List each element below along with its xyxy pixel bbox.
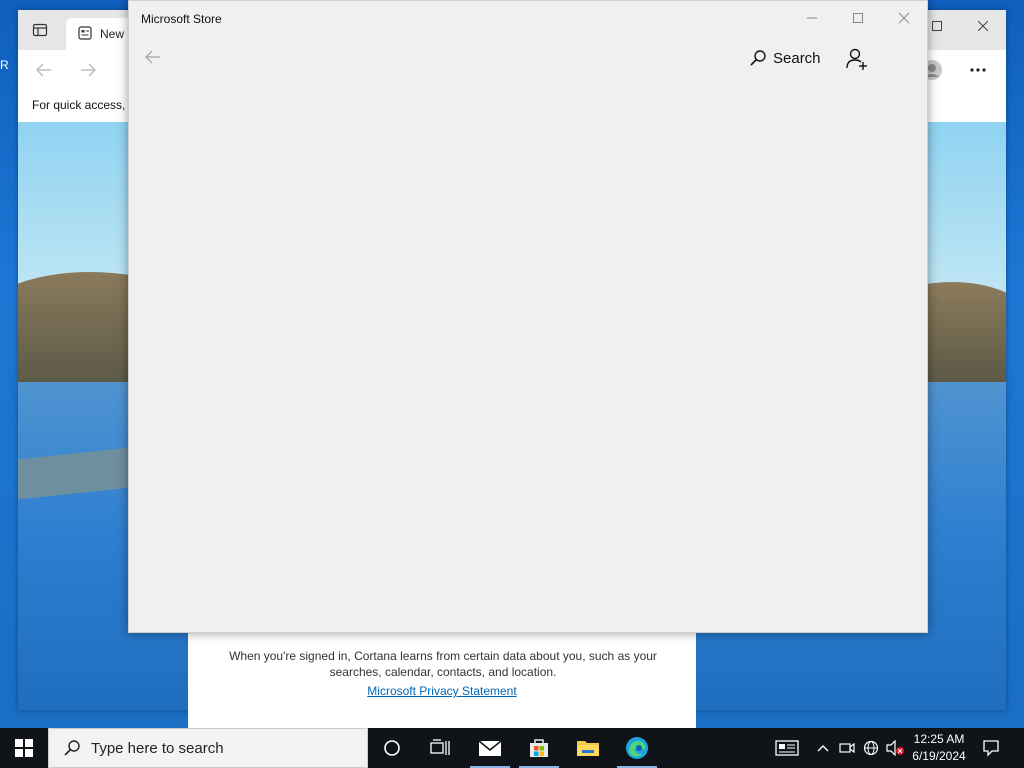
sign-in-button[interactable]: [843, 45, 871, 73]
maximize-button[interactable]: [835, 1, 881, 35]
taskbar: Type here to search 12:25 AM 6/19/2024: [0, 728, 1024, 768]
search-label: Search: [773, 49, 821, 67]
edge-icon: [626, 737, 648, 759]
new-tab-page-icon: [78, 25, 92, 43]
mail-icon: [478, 740, 502, 756]
cortana-button[interactable]: [368, 728, 416, 768]
maximize-icon: [853, 13, 863, 23]
search-placeholder: Type here to search: [91, 739, 224, 757]
task-view-button[interactable]: [416, 728, 464, 768]
edge-tab-title: New: [100, 27, 125, 41]
back-arrow-icon[interactable]: [34, 60, 54, 85]
back-arrow-icon: [145, 50, 160, 64]
more-options-icon[interactable]: [966, 58, 990, 82]
back-button[interactable]: [141, 45, 165, 69]
notification-icon: [983, 740, 999, 757]
network-button[interactable]: [860, 728, 882, 768]
taskbar-file-explorer[interactable]: [564, 728, 612, 768]
meet-now-button[interactable]: [836, 728, 858, 768]
window-title: Microsoft Store: [141, 12, 222, 26]
show-hidden-icons-button[interactable]: [812, 728, 834, 768]
windows-logo-icon: [15, 739, 33, 757]
store-window-controls: [789, 1, 927, 35]
minimize-button[interactable]: [789, 1, 835, 35]
clock[interactable]: 12:25 AM 6/19/2024: [906, 731, 972, 765]
volume-button[interactable]: [884, 728, 906, 768]
chevron-up-icon: [817, 745, 829, 752]
clock-time: 12:25 AM: [913, 732, 965, 746]
add-account-icon: [846, 48, 867, 70]
news-and-interests-button[interactable]: [772, 728, 802, 768]
store-bag-icon: [530, 739, 548, 757]
news-icon: [775, 740, 799, 756]
taskbar-microsoft-store[interactable]: [515, 728, 563, 768]
cortana-circle-icon: [384, 740, 400, 756]
taskbar-mail[interactable]: [466, 728, 514, 768]
folder-icon: [577, 741, 599, 756]
cortana-info-text: When you're signed in, Cortana learns fr…: [229, 649, 657, 679]
search-icon: [63, 739, 81, 757]
store-title-bar[interactable]: Microsoft Store: [129, 1, 927, 35]
clock-date: 6/19/2024: [912, 749, 966, 763]
camera-icon: [839, 742, 855, 754]
start-button[interactable]: [0, 728, 48, 768]
volume-muted-icon: [886, 740, 904, 756]
search-icon: [750, 50, 766, 66]
desktop-icon-fragment[interactable]: R: [0, 58, 18, 78]
minimize-icon: [807, 17, 817, 19]
tab-actions-icon[interactable]: [26, 16, 54, 44]
quick-access-text: For quick access, p: [32, 98, 136, 112]
taskbar-edge[interactable]: [613, 728, 661, 768]
microsoft-store-window: Microsoft Store Search: [128, 0, 928, 633]
desktop: R New For quick access, p When you're si…: [0, 0, 1024, 728]
close-icon: [898, 12, 910, 24]
task-view-icon: [430, 739, 450, 755]
search-button[interactable]: Search: [749, 45, 821, 71]
action-center-button[interactable]: [978, 728, 1004, 768]
privacy-statement-link[interactable]: Microsoft Privacy Statement: [188, 684, 696, 698]
close-icon[interactable]: [960, 10, 1006, 42]
globe-network-icon: [863, 740, 879, 756]
close-button[interactable]: [881, 1, 927, 35]
forward-arrow-icon[interactable]: [78, 60, 98, 85]
taskbar-search-box[interactable]: Type here to search: [48, 728, 368, 768]
cortana-panel: When you're signed in, Cortana learns fr…: [188, 620, 696, 728]
